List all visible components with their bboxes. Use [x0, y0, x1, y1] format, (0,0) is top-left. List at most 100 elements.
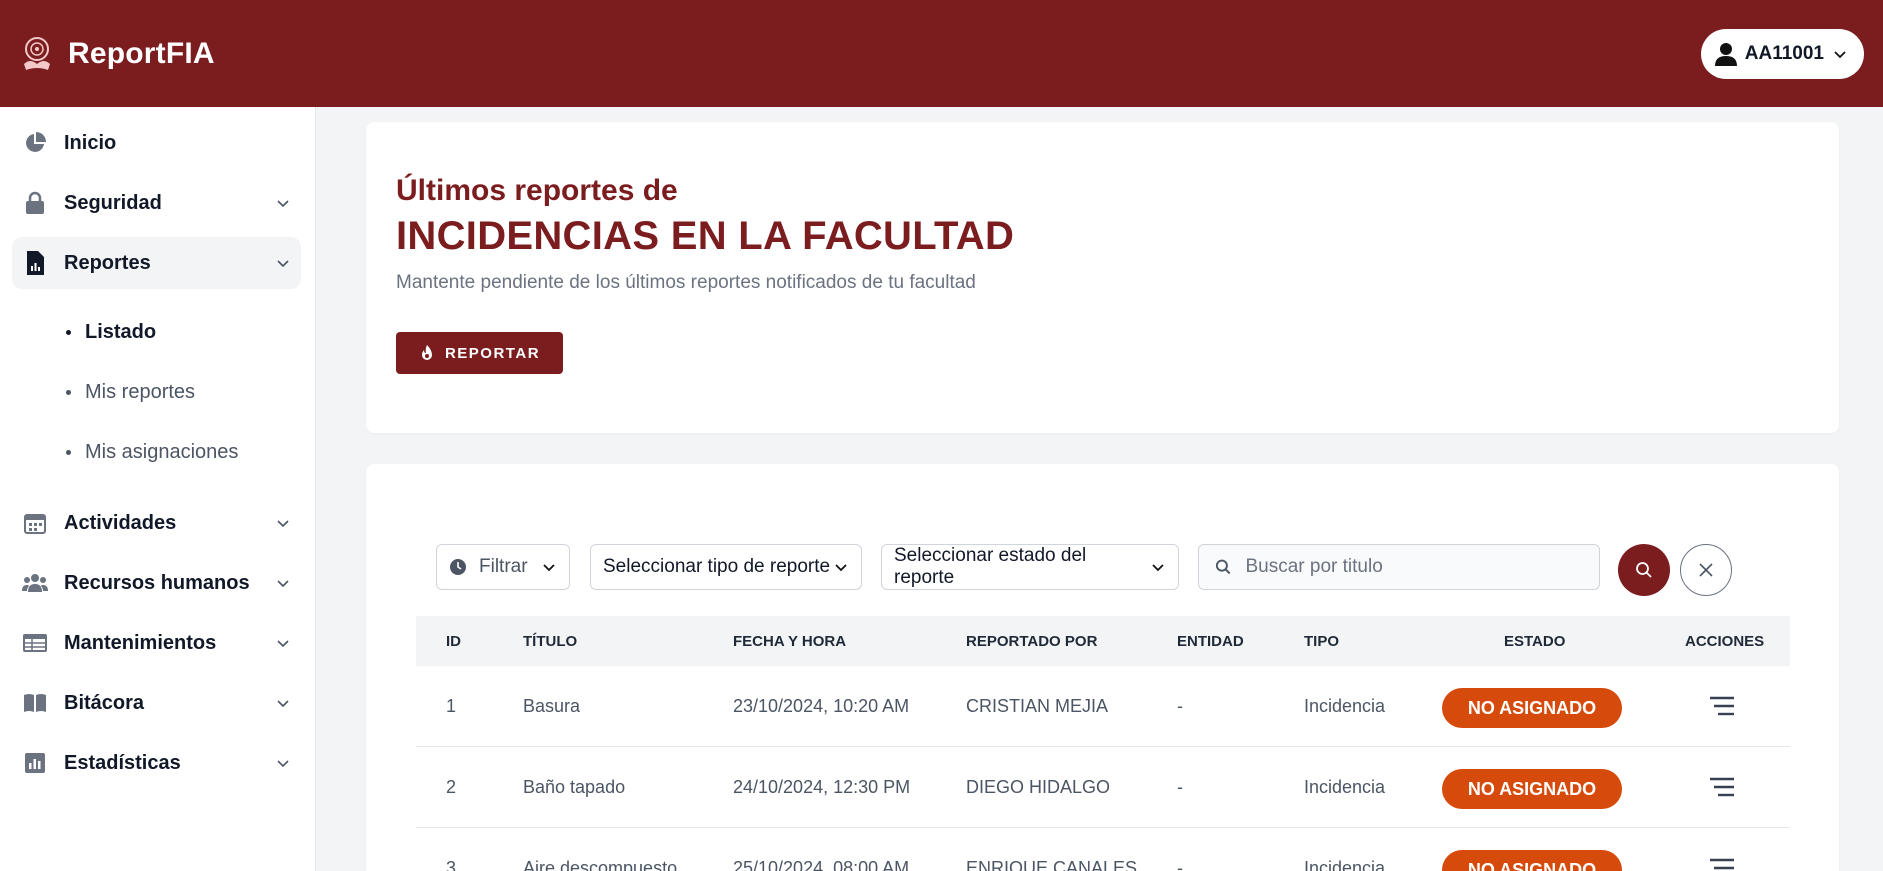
table-icon — [22, 630, 48, 656]
search-icon — [1636, 562, 1652, 578]
sidebar-item-actividades[interactable]: Actividades — [12, 497, 301, 549]
sidebar: Inicio Seguridad Reportes Listado Mis re… — [0, 107, 316, 871]
sidebar-item-reportes[interactable]: Reportes — [12, 237, 301, 289]
sidebar-item-estadisticas[interactable]: Estadísticas — [12, 737, 301, 789]
university-seal-icon — [24, 36, 50, 70]
report-status-select-value: Seleccionar estado del reporte — [894, 545, 1087, 588]
chevron-down-icon — [277, 640, 289, 648]
status-badge: NO ASIGNADO — [1442, 688, 1622, 728]
column-header-estado: ESTADO — [1504, 632, 1566, 650]
pie-chart-icon — [22, 130, 48, 156]
hero-pre-title: Últimos reportes de — [396, 174, 678, 207]
sidebar-item-mantenimientos[interactable]: Mantenimientos — [12, 617, 301, 669]
search-field — [1198, 544, 1600, 590]
users-icon — [22, 570, 48, 596]
cell-fecha: 23/10/2024, 10:20 AM — [733, 696, 910, 716]
book-icon — [22, 690, 48, 716]
status-badge: NO ASIGNADO — [1442, 769, 1622, 809]
file-chart-icon — [22, 250, 48, 276]
hero-card: Últimos reportes de INCIDENCIAS EN LA FA… — [366, 122, 1839, 433]
close-icon — [1699, 563, 1713, 577]
search-icon — [1215, 559, 1231, 575]
menu-icon[interactable] — [1709, 856, 1735, 871]
sidebar-item-label: Reportes — [64, 251, 151, 274]
sidebar-subitem-label: Mis asignaciones — [85, 440, 239, 463]
chevron-down-icon — [277, 260, 289, 268]
chevron-down-icon — [277, 200, 289, 208]
column-header-acciones: ACCIONES — [1685, 632, 1765, 650]
report-button-label: REPORTAR — [444, 344, 541, 362]
cell-titulo: Aire descompuesto — [523, 858, 678, 871]
top-bar: ReportFIA AA11001 — [0, 0, 1883, 107]
column-header-id: ID — [446, 632, 461, 650]
sidebar-item-bitacora[interactable]: Bitácora — [12, 677, 301, 729]
cell-tipo: Incidencia — [1304, 858, 1386, 871]
chevron-down-icon — [277, 580, 289, 588]
chevron-down-icon — [1152, 564, 1164, 572]
cell-fecha: 24/10/2024, 12:30 PM — [733, 777, 911, 797]
report-button[interactable]: REPORTAR — [396, 332, 563, 374]
filter-dropdown[interactable]: Filtrar — [436, 544, 570, 590]
user-icon — [1714, 42, 1737, 66]
cell-entidad: - — [1177, 777, 1183, 797]
sidebar-subitem-mis-asignaciones[interactable]: Mis asignaciones — [66, 432, 238, 472]
chevron-down-icon — [835, 564, 847, 572]
clear-filters-button[interactable] — [1680, 544, 1732, 596]
sidebar-subitem-listado[interactable]: Listado — [66, 312, 156, 352]
cell-id: 1 — [446, 696, 457, 716]
report-type-select-value: Seleccionar tipo de reporte — [603, 556, 831, 577]
table-row: 3 Aire descompuesto 25/10/2024, 08:00 AM… — [416, 828, 1790, 871]
report-status-select[interactable]: Seleccionar estado del reporte — [881, 544, 1179, 590]
cell-fecha: 25/10/2024, 08:00 AM — [733, 858, 910, 871]
lock-icon — [22, 190, 48, 216]
page-title: INCIDENCIAS EN LA FACULTAD — [396, 214, 1015, 258]
sidebar-item-inicio[interactable]: Inicio — [12, 117, 301, 169]
cell-tipo: Incidencia — [1304, 777, 1386, 797]
sidebar-item-label: Recursos humanos — [64, 571, 250, 594]
sidebar-subitem-label: Mis reportes — [85, 380, 196, 403]
report-type-select[interactable]: Seleccionar tipo de reporte — [590, 544, 862, 590]
chevron-down-icon — [277, 520, 289, 528]
fire-icon — [421, 345, 432, 360]
search-button[interactable] — [1618, 544, 1670, 596]
column-header-tipo: TIPO — [1304, 632, 1340, 650]
cell-id: 2 — [446, 777, 457, 797]
cell-tipo: Incidencia — [1304, 696, 1386, 716]
bar-chart-icon — [22, 750, 48, 776]
sidebar-item-seguridad[interactable]: Seguridad — [12, 177, 301, 229]
cell-titulo: Baño tapado — [523, 777, 626, 797]
bullet-icon — [66, 329, 71, 335]
sidebar-subitem-mis-reportes[interactable]: Mis reportes — [66, 372, 195, 412]
bullet-icon — [66, 389, 71, 395]
sidebar-item-recursos-humanos[interactable]: Recursos humanos — [12, 557, 301, 609]
chevron-down-icon — [543, 564, 555, 572]
report-list-card: Filtrar Seleccionar tipo de reporte Sele… — [366, 464, 1839, 871]
status-badge: NO ASIGNADO — [1442, 850, 1622, 871]
sidebar-item-label: Bitácora — [64, 691, 145, 714]
table-row: 2 Baño tapado 24/10/2024, 12:30 PM DIEGO… — [416, 747, 1790, 828]
search-input[interactable] — [1245, 556, 1583, 578]
cell-reportado: ENRIQUE CANALES — [966, 858, 1138, 871]
cell-reportado: CRISTIAN MEJIA — [966, 696, 1109, 716]
cell-entidad: - — [1177, 696, 1183, 716]
table-header: ID TÍTULO FECHA Y HORA REPORTADO POR ENT… — [416, 616, 1790, 666]
bullet-icon — [66, 449, 71, 455]
column-header-reportado: REPORTADO POR — [966, 632, 1098, 650]
chevron-down-icon — [1834, 50, 1846, 58]
sidebar-item-label: Seguridad — [64, 191, 162, 214]
filter-label: Filtrar — [479, 556, 528, 577]
user-menu-button[interactable]: AA11001 — [1700, 28, 1864, 79]
cell-reportado: DIEGO HIDALGO — [966, 777, 1111, 797]
sidebar-subitem-label: Listado — [85, 320, 157, 343]
sidebar-item-label: Inicio — [64, 131, 117, 154]
sidebar-item-label: Mantenimientos — [64, 631, 217, 654]
column-header-entidad: ENTIDAD — [1177, 632, 1244, 650]
menu-icon[interactable] — [1709, 694, 1735, 718]
clock-icon — [450, 559, 466, 575]
brand[interactable]: ReportFIA — [20, 34, 215, 74]
chevron-down-icon — [277, 760, 289, 768]
cell-titulo: Basura — [523, 696, 581, 716]
hero-description: Mantente pendiente de los últimos report… — [396, 272, 976, 293]
menu-icon[interactable] — [1709, 775, 1735, 799]
table-row: 1 Basura 23/10/2024, 10:20 AM CRISTIAN M… — [416, 666, 1790, 747]
